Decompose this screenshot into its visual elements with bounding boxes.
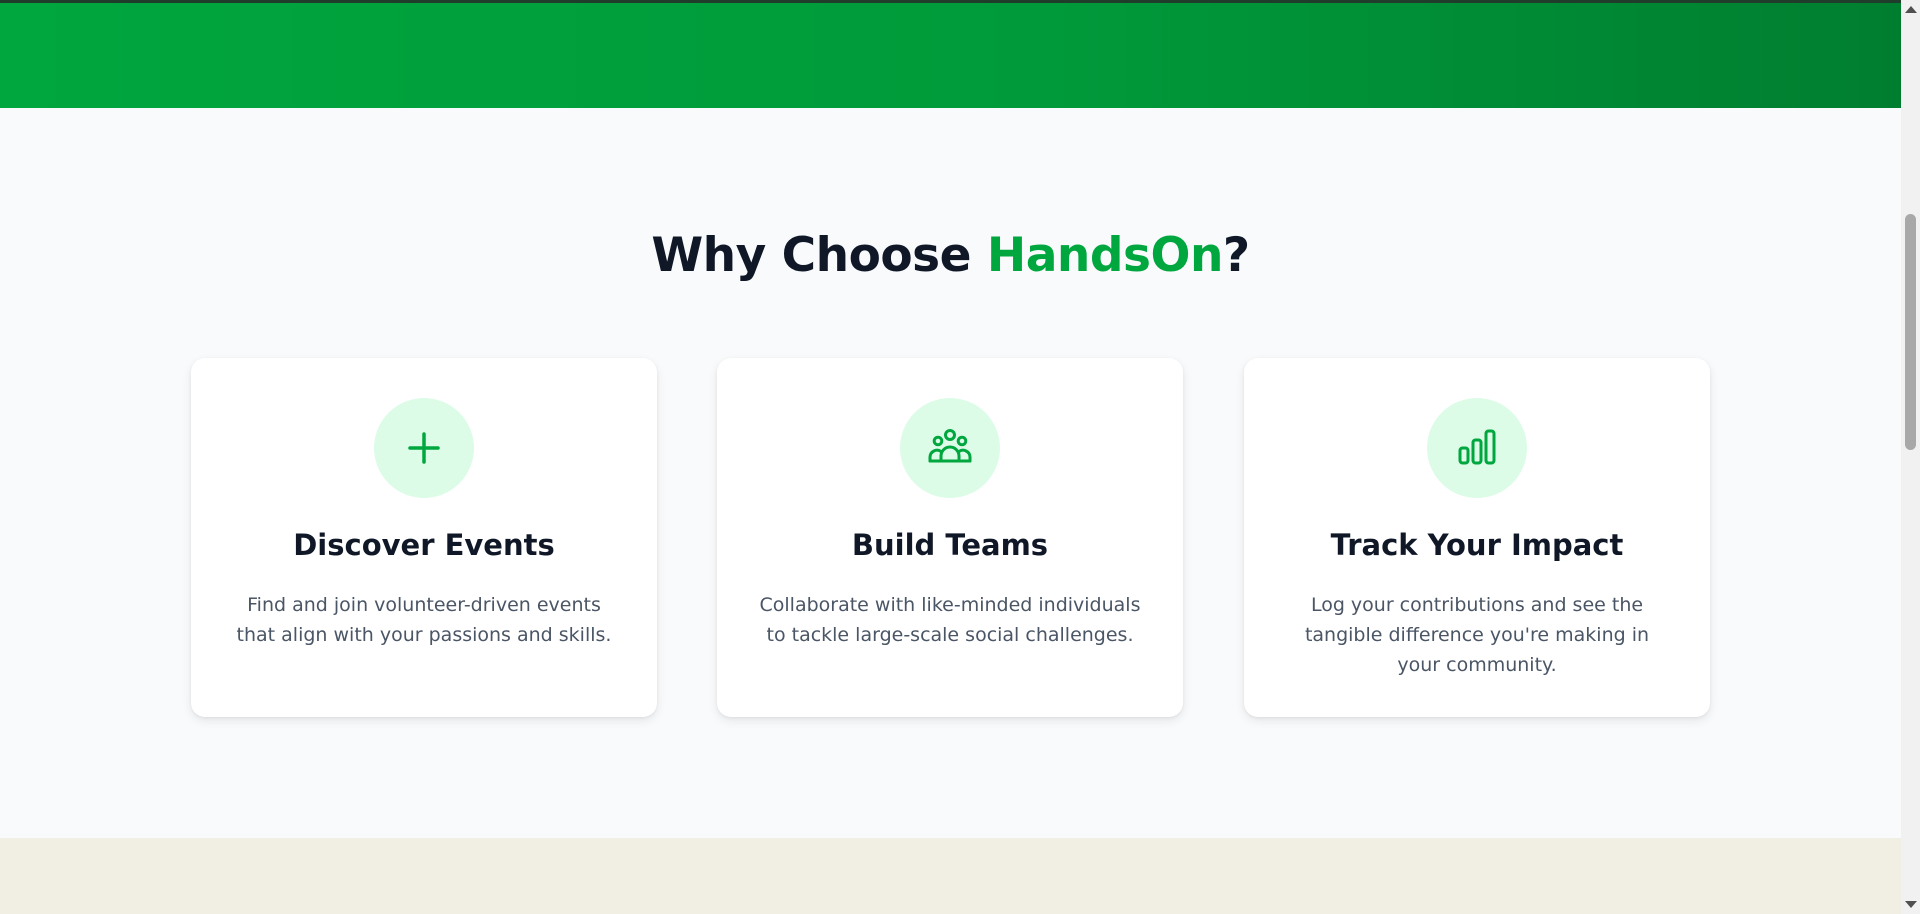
vertical-scrollbar[interactable] (1901, 0, 1920, 914)
feature-icon-container (900, 398, 1000, 498)
feature-card-build-teams: Build Teams Collaborate with like-minded… (717, 358, 1183, 717)
feature-card-description: Find and join volunteer-driven events th… (236, 594, 612, 646)
feature-icon-container (1427, 398, 1527, 498)
feature-card-description: Collaborate with like-minded individuals… (759, 594, 1141, 646)
users-group-icon (928, 429, 972, 463)
bar-chart-icon (1458, 429, 1496, 465)
feature-card-title: Discover Events (293, 528, 555, 562)
plus-icon (408, 432, 440, 464)
feature-card-discover-events: Discover Events Find and join volunteer-… (191, 358, 657, 717)
feature-card-description: Log your contributions and see the tangi… (1304, 594, 1650, 676)
next-section (0, 838, 1901, 914)
scroll-down-arrow-icon[interactable] (1905, 901, 1917, 908)
features-section: Why Choose HandsOn? Discover Events Find… (0, 108, 1901, 838)
feature-card-title: Track Your Impact (1330, 528, 1624, 562)
page: Why Choose HandsOn? Discover Events Find… (0, 0, 1901, 914)
section-title-suffix: ? (1222, 228, 1250, 283)
hero-banner-bottom (0, 0, 1901, 108)
feature-card-title: Build Teams (851, 528, 1049, 562)
scroll-up-arrow-icon[interactable] (1905, 6, 1917, 13)
feature-card-track-impact: Track Your Impact Log your contributions… (1244, 358, 1710, 717)
section-title: Why Choose HandsOn? (0, 228, 1901, 283)
feature-icon-container (374, 398, 474, 498)
section-title-prefix: Why Choose (651, 228, 987, 283)
brand-name: HandsOn (986, 228, 1224, 283)
scrollbar-thumb[interactable] (1905, 214, 1916, 450)
